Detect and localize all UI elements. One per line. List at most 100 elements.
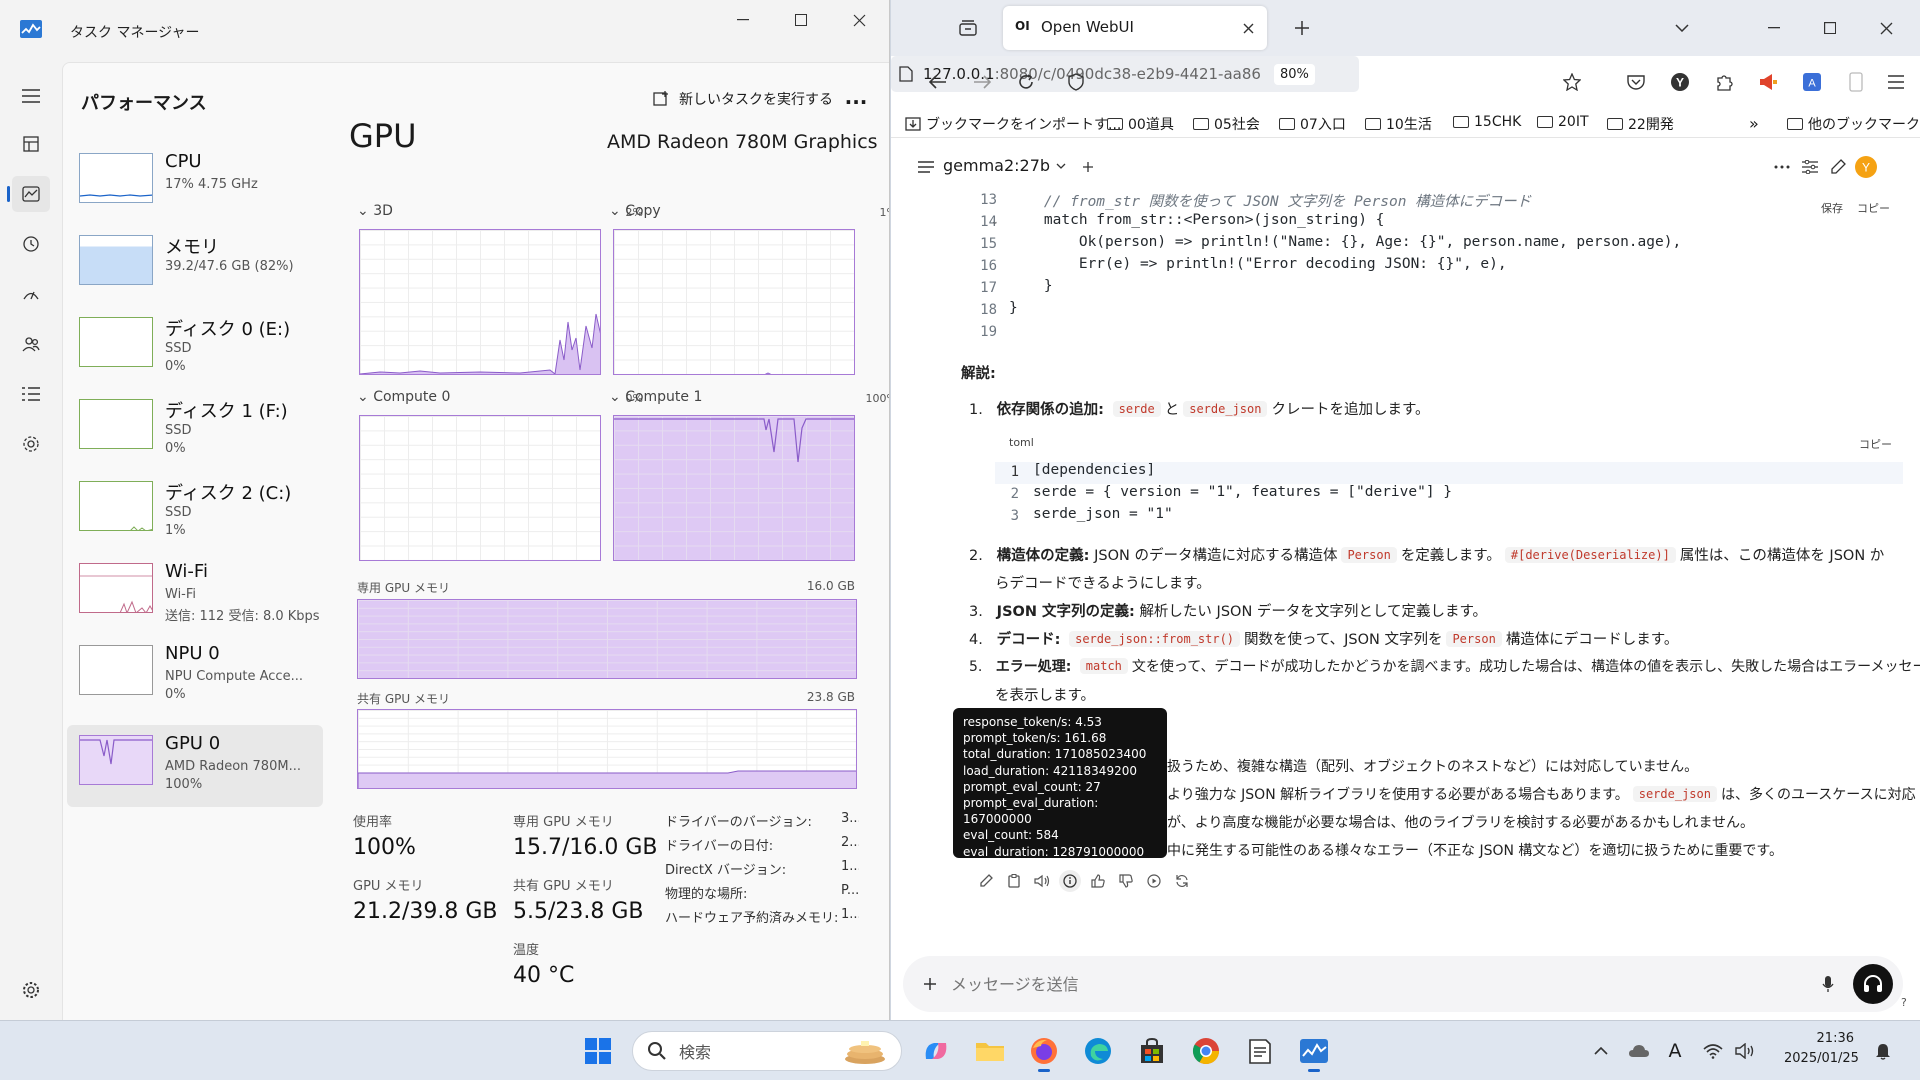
- clock[interactable]: 21:36 2025/01/25: [1784, 1029, 1859, 1069]
- voice-mode-headphones-icon[interactable]: [1853, 964, 1893, 1004]
- thumbs-up-icon[interactable]: [1087, 870, 1109, 892]
- message-input[interactable]: [951, 972, 1791, 996]
- back-arrow-icon[interactable]: [921, 65, 955, 99]
- reload-icon[interactable]: [1009, 65, 1043, 99]
- engine-compute1-label[interactable]: ⌄ Compute 1: [609, 389, 702, 405]
- notepad-icon[interactable]: [1240, 1031, 1280, 1071]
- zoom-badge[interactable]: 80%: [1274, 63, 1315, 85]
- users-icon[interactable]: [12, 326, 50, 362]
- sidebar-item-gpu[interactable]: GPU 0 AMD Radeon 780M... 100%: [67, 725, 323, 807]
- read-aloud-speaker-icon[interactable]: [1031, 870, 1053, 892]
- model-selector[interactable]: gemma2:27b: [943, 156, 1066, 175]
- shield-icon[interactable]: [1059, 65, 1093, 99]
- code-line: serde_json = "1": [1033, 506, 1173, 522]
- firefox-icon[interactable]: [1024, 1031, 1064, 1072]
- sidebar-item-npu[interactable]: NPU 0 NPU Compute Acce... 0%: [67, 635, 323, 717]
- bookmark-folder[interactable]: 07入口: [1279, 114, 1346, 134]
- sidebar-item-disk1[interactable]: ディスク 1 (F:) SSD 0%: [67, 389, 323, 471]
- edge-icon[interactable]: [1078, 1031, 1118, 1071]
- services-icon[interactable]: [12, 426, 50, 462]
- sidebar-item-disk2[interactable]: ディスク 2 (C:) SSD 1%: [67, 471, 323, 553]
- engine-compute0-label[interactable]: ⌄ Compute 0: [357, 389, 450, 405]
- close-button[interactable]: [836, 0, 882, 40]
- sidebar-toggle-icon[interactable]: [1839, 65, 1873, 99]
- processes-icon[interactable]: [12, 126, 50, 162]
- volume-speaker-icon[interactable]: [1730, 1031, 1760, 1071]
- save-code-button[interactable]: 保存: [1821, 200, 1843, 216]
- address-bar[interactable]: 127.0.0.1:8080/c/0490dc38-e2b9-4421-aa86…: [891, 56, 1359, 92]
- sidebar-item-cpu[interactable]: CPU 17% 4.75 GHz: [67, 143, 323, 225]
- sidebar-item-disk0[interactable]: ディスク 0 (E:) SSD 0%: [67, 307, 323, 389]
- wifi-icon[interactable]: [1698, 1031, 1728, 1071]
- tab-overview-icon[interactable]: [951, 11, 985, 45]
- user-avatar[interactable]: Y: [1849, 150, 1883, 184]
- start-windows-icon[interactable]: [578, 1031, 618, 1071]
- app-menu-icon[interactable]: [1879, 65, 1913, 99]
- bookmark-folder[interactable]: 15CHK: [1453, 114, 1521, 130]
- attach-plus-icon[interactable]: [913, 967, 947, 1001]
- continue-play-icon[interactable]: [1143, 870, 1165, 892]
- tray-chevron-up-icon[interactable]: [1586, 1031, 1616, 1071]
- bookmark-folder[interactable]: 10生活: [1365, 114, 1432, 134]
- megaphone-extension-icon[interactable]: [1751, 65, 1785, 99]
- startup-apps-icon[interactable]: [12, 276, 50, 312]
- details-icon[interactable]: [12, 376, 50, 412]
- bookmark-folder[interactable]: 20IT: [1537, 114, 1589, 130]
- chrome-icon[interactable]: [1186, 1031, 1226, 1071]
- tab-list-chevron-icon[interactable]: [1665, 11, 1699, 45]
- engine-copy-label[interactable]: ⌄ Copy: [609, 203, 661, 219]
- copilot-icon[interactable]: [916, 1031, 956, 1071]
- taskbar-search[interactable]: 検索: [632, 1031, 902, 1071]
- copy-code-button[interactable]: コピー: [1857, 200, 1890, 216]
- forward-arrow-icon[interactable]: [965, 65, 999, 99]
- code-language: toml: [1009, 436, 1034, 449]
- copy-clipboard-icon[interactable]: [1003, 870, 1025, 892]
- more-options-button[interactable]: ...: [839, 83, 873, 115]
- bookmark-star-icon[interactable]: [1555, 65, 1589, 99]
- bookmark-folder[interactable]: 22開発: [1607, 114, 1674, 134]
- microsoft-store-icon[interactable]: [1132, 1031, 1172, 1071]
- browser-maximize-button[interactable]: [1813, 11, 1847, 45]
- edit-pencil-icon[interactable]: [975, 870, 997, 892]
- thumbs-down-icon[interactable]: [1115, 870, 1137, 892]
- sidebar-menu-icon[interactable]: [909, 150, 943, 184]
- performance-icon[interactable]: [7, 176, 50, 212]
- add-model-icon[interactable]: [1071, 150, 1105, 184]
- sidebar-item-wifi[interactable]: Wi-Fi Wi-Fi 送信: 112 受信: 8.0 Kbps: [67, 553, 323, 635]
- fold-chevron-icon[interactable]: ⌄: [991, 217, 999, 227]
- extensions-puzzle-icon[interactable]: [1707, 65, 1741, 99]
- task-manager-taskbar-icon[interactable]: [1294, 1031, 1334, 1072]
- bookmark-import[interactable]: ブックマークをインポートす...: [905, 114, 1121, 134]
- notification-bell-icon[interactable]: [1868, 1031, 1898, 1071]
- app-history-icon[interactable]: [12, 226, 50, 262]
- help-icon[interactable]: ?: [1901, 996, 1907, 1009]
- bookmark-folder[interactable]: 05社会: [1193, 114, 1260, 134]
- stat-value: 15.7/16.0 GB: [513, 835, 658, 860]
- run-new-task-button[interactable]: 新しいタスクを実行する: [643, 83, 843, 115]
- bookmark-folder[interactable]: 00道具: [1107, 114, 1174, 134]
- file-explorer-folder-icon[interactable]: [970, 1031, 1010, 1071]
- maximize-button[interactable]: [778, 0, 824, 40]
- microphone-icon[interactable]: [1811, 967, 1845, 1001]
- engine-3d-label[interactable]: ⌄ 3D: [357, 203, 393, 219]
- new-tab-icon[interactable]: [1285, 11, 1319, 45]
- browser-close-button[interactable]: [1869, 11, 1903, 45]
- copy-toml-button[interactable]: コピー: [1859, 436, 1892, 452]
- browser-minimize-button[interactable]: [1757, 11, 1791, 45]
- onedrive-cloud-icon[interactable]: [1624, 1031, 1654, 1071]
- inline-code: Person: [1446, 631, 1502, 647]
- hamburger-menu-icon[interactable]: [12, 78, 50, 114]
- ime-mode-indicator[interactable]: A: [1660, 1031, 1690, 1071]
- pocket-icon[interactable]: [1619, 65, 1653, 99]
- bookmarks-overflow-chevron-icon[interactable]: »: [1749, 114, 1759, 133]
- translate-extension-icon[interactable]: A: [1795, 65, 1829, 99]
- sidebar-item-memory[interactable]: メモリ 39.2/47.6 GB (82%): [67, 225, 323, 307]
- tab-open-webui[interactable]: OI Open WebUI: [1003, 6, 1267, 50]
- other-bookmarks[interactable]: 他のブックマーク: [1787, 114, 1920, 134]
- regenerate-icon[interactable]: [1171, 870, 1193, 892]
- tab-close-icon[interactable]: [1231, 11, 1265, 45]
- y-extension-icon[interactable]: Y: [1663, 65, 1697, 99]
- minimize-button[interactable]: [720, 0, 766, 40]
- generation-info-icon[interactable]: [1059, 870, 1081, 892]
- settings-gear-icon[interactable]: [12, 972, 50, 1008]
